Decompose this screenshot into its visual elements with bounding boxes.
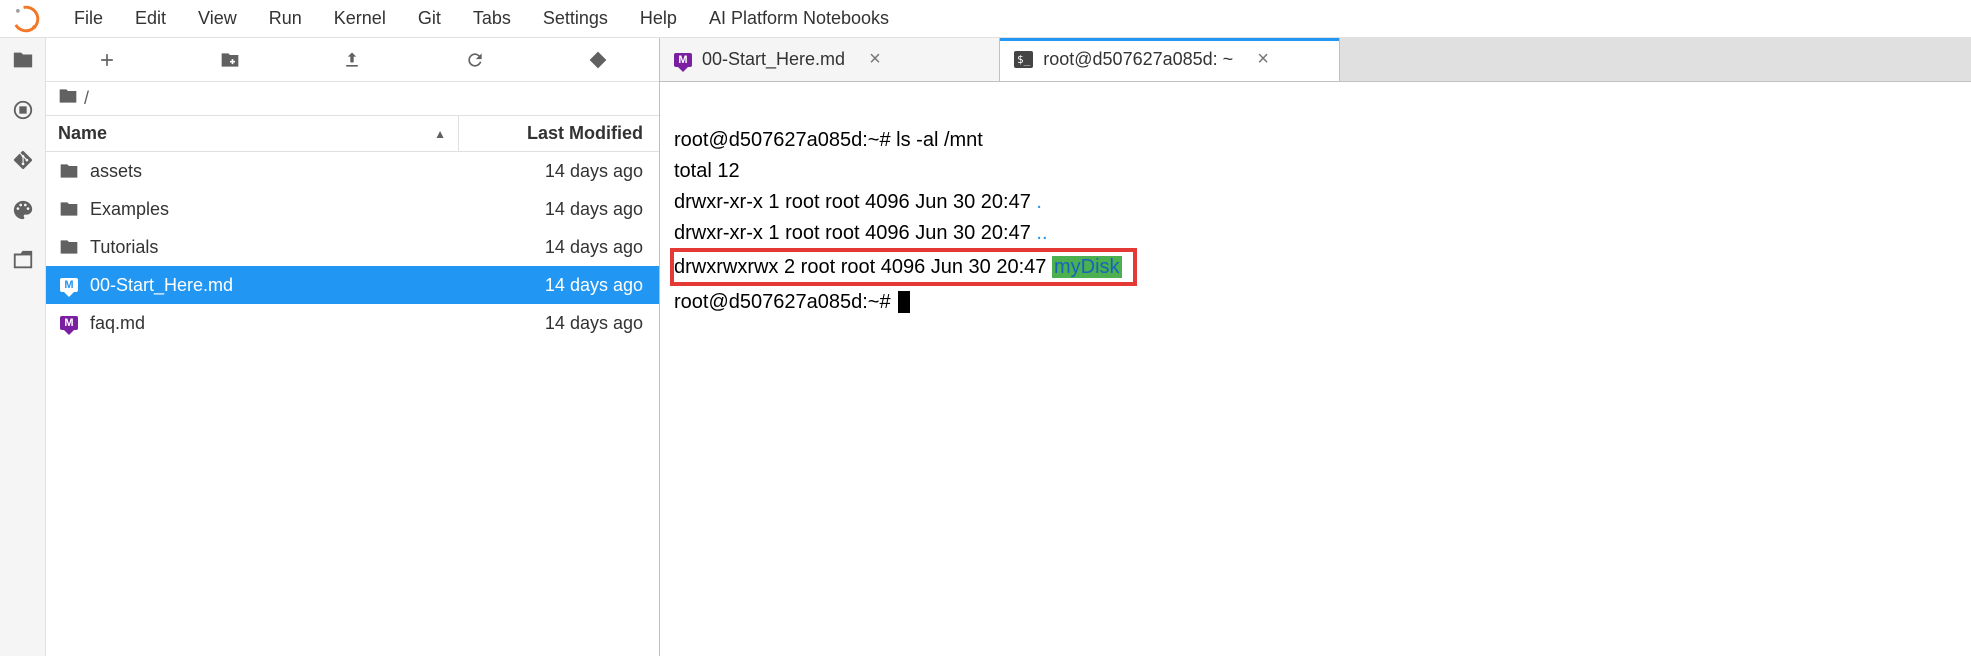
- menu-file[interactable]: File: [58, 2, 119, 35]
- new-launcher-icon[interactable]: [92, 45, 122, 75]
- file-name-cell: Tutorials: [46, 228, 459, 266]
- menu-tabs[interactable]: Tabs: [457, 2, 527, 35]
- file-toolbar: +: [46, 38, 659, 82]
- file-list: assets14 days agoExamples14 days agoTuto…: [46, 152, 659, 656]
- highlighted-line: drwxrwxrwx 2 root root 4096 Jun 30 20:47…: [670, 248, 1137, 286]
- close-icon[interactable]: ×: [1257, 48, 1269, 71]
- refresh-icon[interactable]: [460, 45, 490, 75]
- cursor-icon: [898, 291, 910, 313]
- file-name-cell: Examples: [46, 190, 459, 228]
- tab-label: 00-Start_Here.md: [702, 49, 845, 70]
- new-folder-icon[interactable]: [215, 45, 245, 75]
- menu-view[interactable]: View: [182, 2, 253, 35]
- terminal-line: root@d507627a085d:~# ls -al /mnt: [674, 129, 983, 151]
- file-row[interactable]: assets 14 days ago: [46, 152, 659, 190]
- file-row[interactable]: Mfaq.md14 days ago: [46, 304, 659, 342]
- folder-icon: [58, 236, 80, 258]
- file-modified-cell: 14 days ago: [459, 199, 659, 220]
- file-row[interactable]: Tutorials 14 days ago: [46, 228, 659, 266]
- file-name-cell: Mfaq.md: [46, 304, 459, 342]
- menu-git[interactable]: Git: [402, 2, 457, 35]
- file-name-label: faq.md: [90, 313, 145, 334]
- file-modified-cell: 14 days ago: [459, 161, 659, 182]
- svg-text:+: +: [600, 50, 605, 58]
- menu-run[interactable]: Run: [253, 2, 318, 35]
- git-clone-icon[interactable]: +: [583, 45, 613, 75]
- file-name-cell: M 00-Start_Here.md: [46, 266, 459, 304]
- close-icon[interactable]: ×: [869, 48, 881, 71]
- folder-icon[interactable]: [11, 48, 35, 72]
- menu-kernel[interactable]: Kernel: [318, 2, 402, 35]
- terminal-line: total 12: [674, 160, 740, 182]
- file-name-cell: assets: [46, 152, 459, 190]
- tab-label: root@d507627a085d: ~: [1043, 49, 1233, 70]
- column-modified-label: Last Modified: [527, 123, 643, 143]
- file-modified-cell: 14 days ago: [459, 275, 659, 296]
- main-area: + / Name ▲ Last Modified assets 14 days a…: [0, 38, 1971, 656]
- file-name-label: assets: [90, 161, 142, 182]
- palette-icon[interactable]: [11, 198, 35, 222]
- menu-ai-notebooks[interactable]: AI Platform Notebooks: [693, 2, 905, 35]
- file-row[interactable]: M 00-Start_Here.md 14 days ago: [46, 266, 659, 304]
- file-name-label: 00-Start_Here.md: [90, 275, 233, 296]
- file-modified-cell: 14 days ago: [459, 237, 659, 258]
- menu-edit[interactable]: Edit: [119, 2, 182, 35]
- tab-bar: M 00-Start_Here.md × $_ root@d507627a085…: [660, 38, 1971, 82]
- column-header-modified[interactable]: Last Modified: [459, 123, 659, 144]
- file-list-header: Name ▲ Last Modified: [46, 116, 659, 152]
- markdown-icon: M: [58, 312, 80, 334]
- file-modified-cell: 14 days ago: [459, 313, 659, 334]
- content-area: M 00-Start_Here.md × $_ root@d507627a085…: [660, 38, 1971, 656]
- column-header-name[interactable]: Name ▲: [46, 116, 459, 151]
- menu-settings[interactable]: Settings: [527, 2, 624, 35]
- column-name-label: Name: [58, 123, 107, 144]
- terminal-prompt: root@d507627a085d:~#: [674, 291, 910, 313]
- tab-terminal[interactable]: $_ root@d507627a085d: ~ ×: [1000, 38, 1340, 81]
- file-name-label: Tutorials: [90, 237, 158, 258]
- terminal-output[interactable]: root@d507627a085d:~# ls -al /mnt total 1…: [660, 82, 1971, 656]
- activity-bar: [0, 38, 46, 656]
- sort-ascending-icon: ▲: [434, 127, 446, 141]
- file-name-label: Examples: [90, 199, 169, 220]
- menu-bar: File Edit View Run Kernel Git Tabs Setti…: [0, 0, 1971, 38]
- breadcrumb[interactable]: /: [46, 82, 659, 116]
- running-icon[interactable]: [11, 98, 35, 122]
- folder-icon: [58, 86, 78, 111]
- tab-bar-empty: [1340, 38, 1971, 81]
- upload-icon[interactable]: [337, 45, 367, 75]
- markdown-icon: M: [674, 53, 692, 67]
- git-icon[interactable]: [11, 148, 35, 172]
- file-browser-panel: + / Name ▲ Last Modified assets 14 days a…: [46, 38, 660, 656]
- breadcrumb-path: /: [84, 88, 89, 109]
- terminal-icon: $_: [1014, 51, 1033, 68]
- terminal-line: drwxr-xr-x 1 root root 4096 Jun 30 20:47…: [674, 191, 1042, 213]
- tab-start-here[interactable]: M 00-Start_Here.md ×: [660, 38, 1000, 81]
- menu-help[interactable]: Help: [624, 2, 693, 35]
- terminal-line: drwxr-xr-x 1 root root 4096 Jun 30 20:47…: [674, 222, 1048, 244]
- folder-icon: [58, 160, 80, 182]
- markdown-icon: M: [58, 274, 80, 296]
- jupyter-logo-icon: [12, 5, 40, 33]
- folder-icon: [58, 198, 80, 220]
- file-row[interactable]: Examples 14 days ago: [46, 190, 659, 228]
- tabs-icon[interactable]: [11, 248, 35, 272]
